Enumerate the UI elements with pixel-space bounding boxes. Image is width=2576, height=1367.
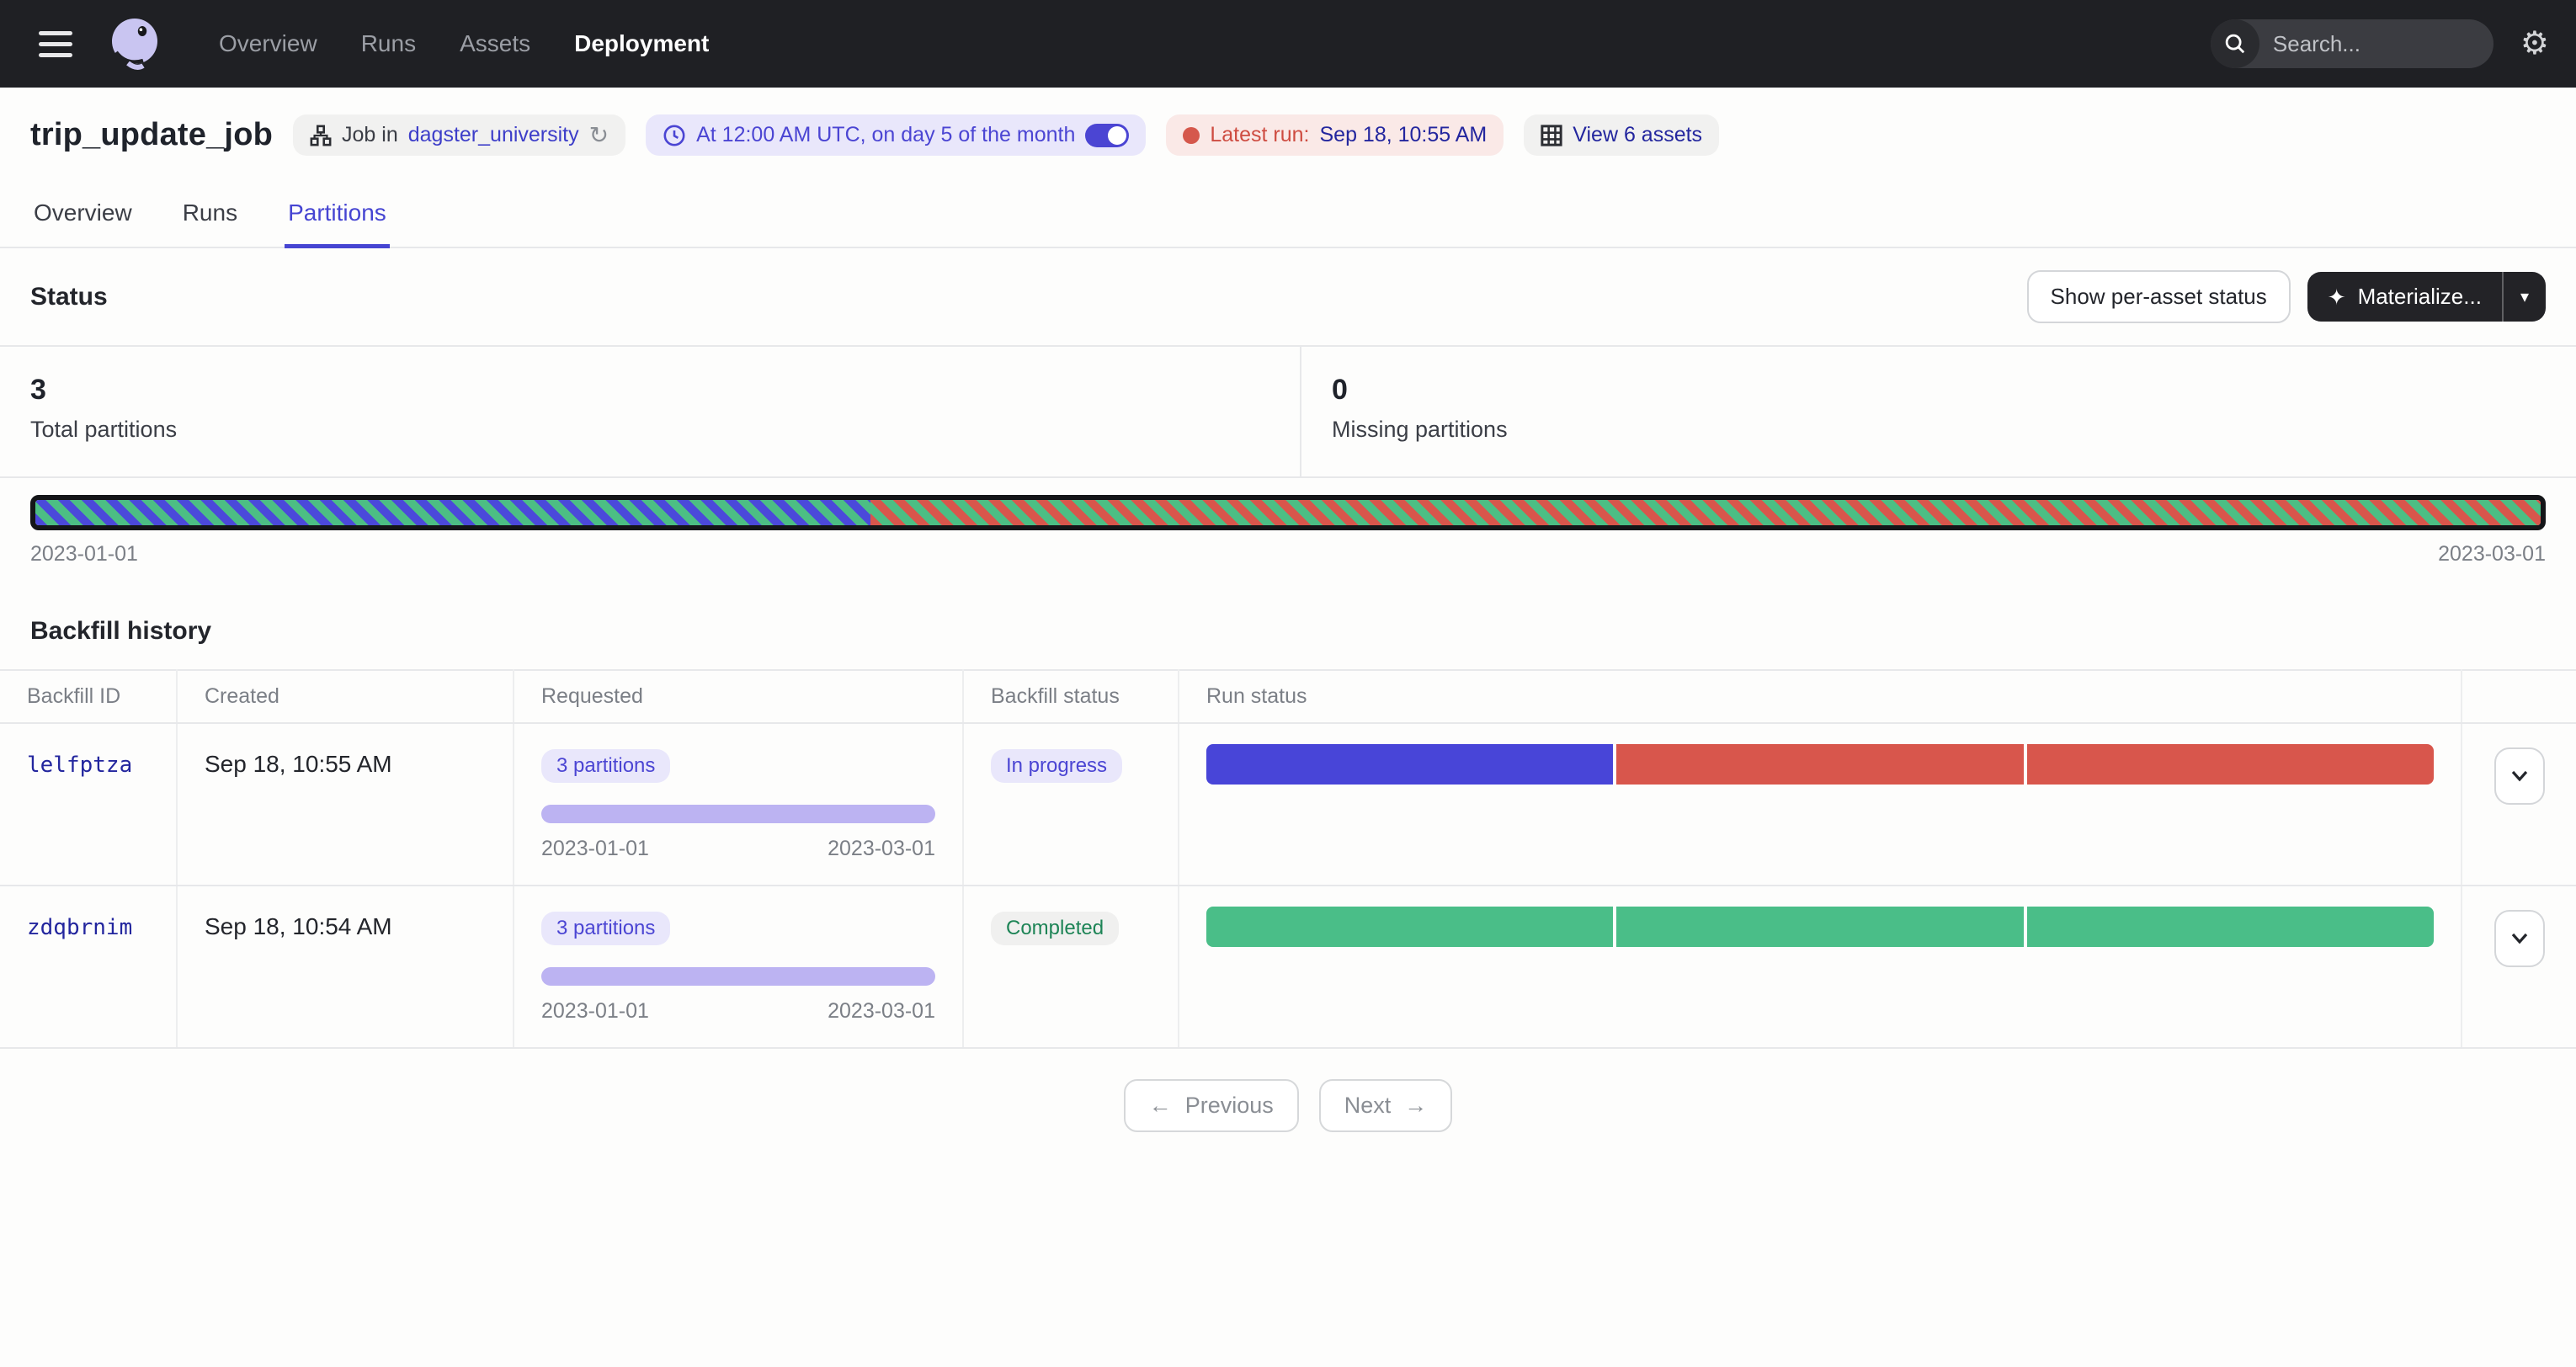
nav-item-deployment[interactable]: Deployment: [574, 30, 709, 57]
job-location-badge: Job in dagster_university ↻: [293, 114, 625, 156]
arrow-left-icon: ←: [1149, 1093, 1172, 1119]
materialize-split-button: ✦ Materialize... ▾: [2307, 272, 2546, 322]
backfill-table: Backfill IDCreatedRequestedBackfill stat…: [0, 669, 2576, 1049]
schedule-toggle[interactable]: [1085, 124, 1129, 147]
sparkle-icon: ✦: [2328, 286, 2346, 308]
partition-range-start: 2023-01-01: [30, 542, 138, 566]
partition-status-bar-wrap: 2023-01-01 2023-03-01: [0, 478, 2576, 580]
search-input[interactable]: [2259, 31, 2494, 57]
stat-value: 3: [30, 374, 1269, 407]
column-header-backfill-status: Backfill status: [963, 670, 1179, 723]
partitions-count-badge[interactable]: 3 partitions: [541, 912, 670, 945]
stat-value: 0: [1332, 374, 2546, 407]
arrow-right-icon: →: [1404, 1093, 1427, 1119]
status-heading: Status: [30, 283, 108, 311]
table-row: lelfptza Sep 18, 10:55 AM 3 partitions 2023…: [0, 723, 2576, 886]
status-section-header: Status Show per-asset status ✦ Materiali…: [0, 248, 2576, 347]
run-status-segment-2[interactable]: [1616, 907, 2023, 947]
backfill-id-link[interactable]: zdqbrnim: [27, 915, 132, 940]
latest-run-time-link[interactable]: Sep 18, 10:55 AM: [1320, 123, 1488, 147]
chevron-down-icon: [2510, 769, 2529, 783]
tab-runs[interactable]: Runs: [179, 189, 241, 247]
stat-missing-partitions: 0 Missing partitions: [1300, 347, 2576, 476]
column-header-backfill-id: Backfill ID: [0, 670, 177, 723]
run-status-segment-2[interactable]: [1616, 744, 2023, 785]
run-status-segment-1[interactable]: [1206, 744, 1613, 785]
materialize-label: Materialize...: [2358, 284, 2482, 310]
backfill-status-badge: In progress: [991, 749, 1122, 783]
table-row: zdqbrnim Sep 18, 10:54 AM 3 partitions 2023…: [0, 886, 2576, 1048]
column-header-created: Created: [177, 670, 514, 723]
column-header-actions: [2462, 670, 2576, 723]
global-search[interactable]: /: [2211, 19, 2494, 68]
assets-grid-icon: [1541, 125, 1562, 146]
materialize-button[interactable]: ✦ Materialize...: [2307, 272, 2502, 322]
run-status-bar[interactable]: [1206, 907, 2434, 947]
next-page-button[interactable]: Next →: [1319, 1079, 1453, 1132]
view-assets-link[interactable]: View 6 assets: [1573, 123, 1702, 147]
run-status-bar[interactable]: [1206, 744, 2434, 785]
expand-row-button[interactable]: [2494, 747, 2545, 805]
job-in-label: Job in: [342, 123, 398, 147]
stat-label: Total partitions: [30, 417, 1269, 443]
backfill-status-badge: Completed: [991, 912, 1119, 945]
backfill-table-header: Backfill IDCreatedRequestedBackfill stat…: [0, 670, 2576, 723]
partitions-count-badge[interactable]: 3 partitions: [541, 749, 670, 783]
requested-range-dates: 2023-01-012023-03-01: [541, 999, 935, 1024]
run-status-dot: [1183, 127, 1200, 144]
show-per-asset-status-button[interactable]: Show per-asset status: [2027, 270, 2291, 323]
run-status-segment-3[interactable]: [2027, 744, 2434, 785]
backfill-id-link[interactable]: lelfptza: [27, 753, 132, 778]
requested-range-dates: 2023-01-012023-03-01: [541, 837, 935, 861]
run-status-segment-1[interactable]: [1206, 907, 1613, 947]
stat-total-partitions: 3 Total partitions: [0, 347, 1300, 476]
view-assets-badge[interactable]: View 6 assets: [1524, 114, 1719, 156]
job-tabs: Overview Runs Partitions: [0, 189, 2576, 248]
partition-bar-segment-2[interactable]: [870, 500, 2541, 525]
top-navbar: Overview Runs Assets Deployment / ⚙: [0, 0, 2576, 88]
nav-item-assets[interactable]: Assets: [460, 30, 530, 57]
created-timestamp: Sep 18, 10:54 AM: [205, 913, 392, 939]
nav-links: Overview Runs Assets Deployment: [219, 30, 709, 57]
dagster-logo-icon[interactable]: [104, 13, 165, 74]
settings-gear-icon[interactable]: ⚙: [2520, 28, 2549, 60]
latest-run-badge: Latest run: Sep 18, 10:55 AM: [1166, 114, 1504, 156]
materialize-dropdown-button[interactable]: ▾: [2502, 272, 2546, 322]
requested-range-bar: [541, 967, 935, 986]
schedule-badge: At 12:00 AM UTC, on day 5 of the month: [646, 114, 1146, 156]
partition-status-bar[interactable]: [30, 495, 2546, 530]
previous-page-button[interactable]: ← Previous: [1124, 1079, 1299, 1132]
job-icon: [310, 125, 332, 146]
stat-label: Missing partitions: [1332, 417, 2546, 443]
latest-run-label: Latest run:: [1210, 123, 1309, 147]
repo-link[interactable]: dagster_university: [408, 123, 579, 147]
requested-range-bar: [541, 805, 935, 823]
nav-item-runs[interactable]: Runs: [361, 30, 416, 57]
backfill-history-heading: Backfill history: [0, 580, 2576, 669]
clock-icon: [663, 124, 686, 147]
tab-partitions[interactable]: Partitions: [285, 189, 390, 247]
tab-overview[interactable]: Overview: [30, 189, 136, 247]
partition-stats: 3 Total partitions 0 Missing partitions: [0, 347, 2576, 478]
pagination: ← Previous Next →: [0, 1079, 2576, 1132]
page-title: trip_update_job: [30, 117, 273, 153]
nav-item-overview[interactable]: Overview: [219, 30, 317, 57]
schedule-label: At 12:00 AM UTC, on day 5 of the month: [696, 123, 1075, 147]
search-icon: [2211, 19, 2259, 68]
partition-bar-segment-1[interactable]: [35, 500, 870, 525]
dagster-app: Overview Runs Assets Deployment / ⚙ trip_up…: [0, 0, 2576, 1367]
expand-row-button[interactable]: [2494, 910, 2545, 967]
job-header: trip_update_job Job in dagster_universit…: [0, 88, 2576, 248]
column-header-requested: Requested: [514, 670, 963, 723]
created-timestamp: Sep 18, 10:55 AM: [205, 751, 392, 777]
run-status-segment-3[interactable]: [2027, 907, 2434, 947]
chevron-down-icon: [2510, 932, 2529, 945]
partition-range-end: 2023-03-01: [2438, 542, 2546, 566]
refresh-icon[interactable]: ↻: [589, 124, 609, 147]
menu-icon[interactable]: [27, 15, 84, 72]
column-header-run-status: Run status: [1179, 670, 2462, 723]
